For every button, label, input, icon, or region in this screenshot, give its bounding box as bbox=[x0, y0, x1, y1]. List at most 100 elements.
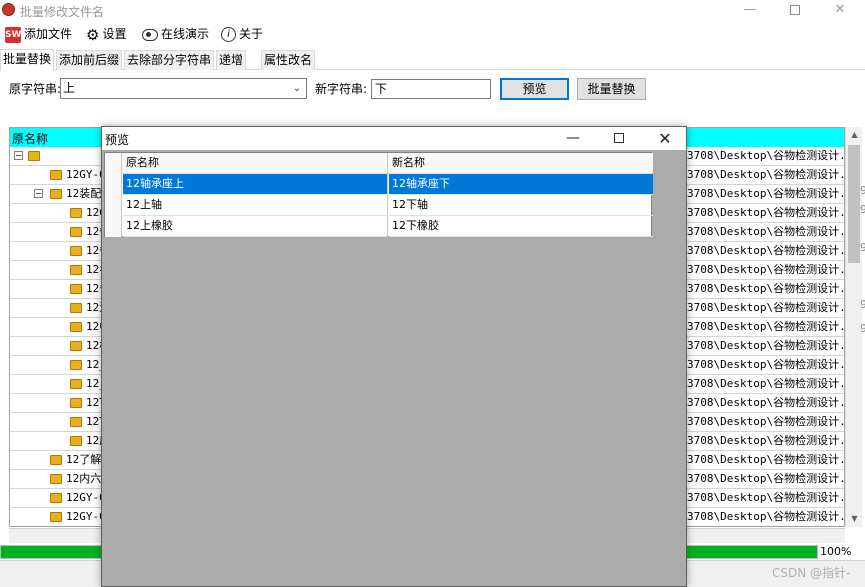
tree-item-path: 3708\Desktop\谷物检测设计... bbox=[687, 244, 845, 257]
grid-header-original-name: 原名称 bbox=[12, 132, 49, 146]
new-name-cell[interactable]: 12轴承座下 bbox=[389, 174, 653, 195]
part-icon bbox=[70, 322, 82, 332]
preview-button[interactable]: 预览 bbox=[500, 78, 569, 100]
part-icon bbox=[70, 303, 82, 313]
minimize-button[interactable]: — bbox=[727, 0, 773, 20]
watermark: CSDN @指针- bbox=[772, 566, 851, 580]
collapse-icon[interactable]: − bbox=[14, 151, 23, 160]
part-icon bbox=[50, 455, 62, 465]
tree-item-path: 3708\Desktop\谷物检测设计... bbox=[687, 453, 845, 466]
original-string-label: 原字符串: bbox=[9, 82, 62, 96]
original-string-value: 上 bbox=[63, 81, 76, 95]
dialog-maximize-button[interactable] bbox=[596, 127, 642, 150]
scrollbar-thumb[interactable] bbox=[848, 145, 860, 263]
part-icon bbox=[70, 265, 82, 275]
tab-remove-substring[interactable]: 去除部分字符串 bbox=[124, 50, 215, 70]
part-icon bbox=[70, 436, 82, 446]
part-icon bbox=[50, 493, 62, 503]
original-name-cell[interactable]: 12上橡胶 bbox=[123, 216, 388, 237]
preview-table[interactable]: 原名称 新名称 12轴承座上 12轴承座下 12上轴 12下轴 12上橡胶 12… bbox=[104, 152, 653, 237]
tree-item-path: 3708\Desktop\谷物检测设计... bbox=[687, 415, 845, 428]
tab-strip: 批量替换 添加前后缀 去除部分字符串 递增 属性改名 bbox=[0, 49, 865, 71]
clipped-text: 9 bbox=[860, 203, 865, 216]
tree-item-path: 3708\Desktop\谷物检测设计... bbox=[687, 510, 845, 523]
maximize-icon bbox=[614, 133, 624, 143]
tree-item-name: 12GY-0 bbox=[50, 166, 106, 184]
clipped-text: 9 bbox=[860, 241, 865, 254]
collapse-icon[interactable]: − bbox=[34, 189, 43, 198]
tree-item-name: 12GY-0 bbox=[50, 489, 106, 507]
row-selector[interactable] bbox=[105, 195, 122, 216]
scroll-up-icon[interactable]: ▲ bbox=[846, 127, 863, 143]
new-name-cell[interactable]: 12下轴 bbox=[389, 195, 653, 216]
part-icon bbox=[70, 246, 82, 256]
clipped-text: 9 bbox=[860, 184, 865, 197]
tree-item-name bbox=[28, 147, 44, 165]
toolbar: SW 添加文件 ⚙ 设置 在线演示 i 关于 bbox=[0, 21, 865, 47]
online-demo-button[interactable]: 在线演示 bbox=[142, 24, 209, 44]
dialog-minimize-button[interactable]: — bbox=[550, 127, 596, 150]
original-name-cell[interactable]: 12轴承座上 bbox=[123, 174, 388, 195]
close-button[interactable]: ✕ bbox=[817, 0, 863, 20]
tab-batch-replace[interactable]: 批量替换 bbox=[0, 49, 55, 71]
settings-button[interactable]: ⚙ 设置 bbox=[86, 24, 126, 44]
new-name-cell[interactable]: 12下橡胶 bbox=[389, 216, 653, 237]
row-selector[interactable] bbox=[105, 174, 122, 195]
chevron-down-icon[interactable]: ⌄ bbox=[290, 79, 304, 98]
solidworks-icon: SW bbox=[5, 26, 21, 43]
tree-item-path: 3708\Desktop\谷物检测设计... bbox=[687, 263, 845, 276]
online-demo-label: 在线演示 bbox=[161, 27, 210, 41]
about-button[interactable]: i 关于 bbox=[221, 24, 263, 44]
tree-item-path: 3708\Desktop\谷物检测设计... bbox=[687, 206, 845, 219]
table-row[interactable]: 12上橡胶 12下橡胶 bbox=[105, 216, 653, 237]
window-title: 批量修改文件名 bbox=[20, 5, 105, 19]
dialog-title-bar: 预览 — ✕ bbox=[102, 127, 686, 150]
tab-rename-by-property[interactable]: 属性改名 bbox=[261, 50, 316, 70]
add-file-button[interactable]: SW 添加文件 bbox=[5, 24, 72, 44]
part-icon bbox=[70, 379, 82, 389]
tree-item-path: 3708\Desktop\谷物检测设计... bbox=[687, 282, 845, 295]
tab-add-prefix-suffix[interactable]: 添加前后缀 bbox=[56, 50, 123, 70]
dialog-close-button[interactable]: ✕ bbox=[642, 127, 686, 150]
part-icon bbox=[50, 512, 62, 522]
batch-replace-button[interactable]: 批量替换 bbox=[577, 78, 646, 100]
original-string-combobox[interactable]: 上 ⌄ bbox=[60, 78, 307, 99]
replace-form: 原字符串: 上 ⌄ 新字符串: 下 预览 批量替换 bbox=[0, 71, 865, 126]
tree-item-name: 12GY-0 bbox=[50, 508, 106, 526]
maximize-icon bbox=[790, 5, 800, 15]
table-row[interactable]: 12上轴 12下轴 bbox=[105, 195, 653, 216]
tree-item-path: 3708\Desktop\谷物检测设计... bbox=[687, 168, 845, 181]
tab-increment[interactable]: 递增 bbox=[216, 50, 247, 70]
tree-item-path: 3708\Desktop\谷物检测设计... bbox=[687, 225, 845, 238]
column-header-original-name[interactable]: 原名称 bbox=[123, 153, 388, 174]
gear-icon: ⚙ bbox=[86, 25, 100, 44]
part-icon bbox=[70, 417, 82, 427]
tree-item-path: 3708\Desktop\谷物检测设计... bbox=[687, 377, 845, 390]
scroll-down-icon[interactable]: ▼ bbox=[846, 511, 863, 527]
part-icon bbox=[70, 208, 82, 218]
new-string-label: 新字符串: bbox=[315, 82, 368, 96]
settings-label: 设置 bbox=[102, 27, 127, 41]
info-icon: i bbox=[221, 27, 236, 42]
column-header-new-name[interactable]: 新名称 bbox=[389, 153, 653, 174]
dialog-title: 预览 bbox=[105, 133, 130, 147]
table-row[interactable]: 12轴承座上 12轴承座下 bbox=[105, 174, 653, 195]
tree-item-path: 3708\Desktop\谷物检测设计... bbox=[687, 149, 845, 162]
part-icon bbox=[50, 189, 62, 199]
tree-item-path: 3708\Desktop\谷物检测设计... bbox=[687, 472, 845, 485]
original-name-cell[interactable]: 12上轴 bbox=[123, 195, 388, 216]
tree-item-label: 12GY-0 bbox=[66, 168, 106, 181]
row-selector[interactable] bbox=[105, 216, 122, 237]
tree-item-label: 12GY-0 bbox=[66, 510, 106, 523]
add-file-label: 添加文件 bbox=[24, 27, 73, 41]
tree-item-path: 3708\Desktop\谷物检测设计... bbox=[687, 491, 845, 504]
app-icon bbox=[2, 3, 15, 16]
tree-item-path: 3708\Desktop\谷物检测设计... bbox=[687, 320, 845, 333]
part-icon bbox=[70, 284, 82, 294]
row-selector-header bbox=[105, 153, 122, 174]
part-icon bbox=[28, 151, 40, 161]
maximize-button[interactable] bbox=[772, 0, 818, 20]
tree-item-label: 12内六 bbox=[66, 472, 102, 485]
new-string-input[interactable]: 下 bbox=[371, 79, 491, 99]
clipped-text: 9 bbox=[860, 322, 865, 335]
